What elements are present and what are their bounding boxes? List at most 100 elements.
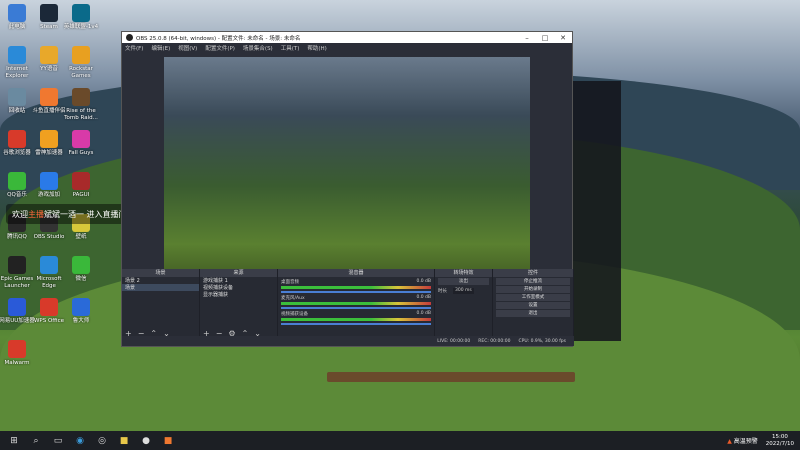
menu-item[interactable]: 工具(T)	[281, 44, 300, 52]
pagui-icon	[72, 172, 90, 190]
desktop-icon-label: 鲁大师	[72, 318, 90, 324]
weather-warning[interactable]: ▲ 高温预警	[727, 436, 758, 445]
recycle-bin-icon	[8, 88, 26, 106]
channel-name: 麦克风/Aux	[281, 296, 305, 301]
control-button[interactable]: 工作室模式	[496, 294, 570, 301]
channel-db: 0.0 dB	[416, 279, 431, 284]
steam-taskbar-icon[interactable]: ◎	[94, 433, 110, 449]
desktop-icon-label: Rockstar Games	[69, 66, 93, 79]
notice-pre: 欢迎	[12, 209, 28, 219]
duration-input[interactable]: 300 ms	[453, 288, 474, 294]
search-icon[interactable]: ⌕	[28, 433, 44, 449]
malwarm-icon	[8, 340, 26, 358]
obs-title: OBS 25.0.8 (64-bit, windows) - 配置文件: 未命名…	[136, 35, 301, 42]
edge-taskbar-icon[interactable]: ◉	[72, 433, 88, 449]
desktop-icon[interactable]: 英雄联盟-1v4	[62, 4, 100, 31]
wps-icon	[40, 298, 58, 316]
close-icon[interactable]: ✕	[554, 34, 572, 42]
channel-name: 视频捕获设备	[281, 312, 308, 317]
controls-panel: 控件 停止推流 开始录制 工作室模式 设置 退出	[493, 269, 574, 338]
source-item[interactable]: 游戏捕获 1	[200, 277, 277, 284]
desktop-icon[interactable]: PAGUI	[62, 172, 100, 199]
rockstar-icon	[72, 46, 90, 64]
scenes-panel: 场景 场景 2 场景 + − ⌃ ⌄	[122, 269, 200, 338]
desktop-icon[interactable]: Malwarm	[0, 340, 36, 367]
menu-item[interactable]: 视图(V)	[178, 44, 197, 52]
control-button[interactable]: 退出	[496, 310, 570, 317]
rec-status: REC: 00:00:00	[478, 338, 511, 344]
background-window[interactable]	[573, 81, 621, 341]
desktop-icon-label: 英雄联盟-1v4	[63, 24, 99, 30]
volume-slider[interactable]	[281, 291, 431, 293]
volume-meter	[281, 318, 431, 321]
desktop-icon-label: PAGUI	[72, 192, 90, 198]
clock-time: 15:00	[771, 433, 788, 440]
windows-start-icon[interactable]: ⊞	[6, 433, 22, 449]
obs-titlebar[interactable]: OBS 25.0.8 (64-bit, windows) - 配置文件: 未命名…	[122, 32, 572, 43]
desktop-icon[interactable]: 鲁大师	[62, 298, 100, 325]
explorer-taskbar-icon[interactable]: ■	[116, 433, 132, 449]
menu-item[interactable]: 文件(F)	[125, 44, 143, 52]
obs-taskbar-icon[interactable]: ●	[138, 433, 154, 449]
obs-preview[interactable]	[164, 57, 530, 291]
epic-icon	[8, 256, 26, 274]
mixer-channel: 麦克风/Aux 0.0 dB	[281, 295, 431, 309]
scenes-title: 场景	[122, 269, 199, 277]
control-button[interactable]: 设置	[496, 302, 570, 309]
scene-item[interactable]: 场景	[122, 284, 199, 291]
sources-panel: 来源 游戏捕获 1 视频捕获设备 显示器捕获 + − ⚙ ⌃ ⌄	[200, 269, 278, 338]
fallguys-icon	[72, 130, 90, 148]
leishen-icon	[40, 130, 58, 148]
desktop-icon-label: Rise of the Tomb Raid...	[64, 108, 98, 121]
clock[interactable]: 15:00 2022/7/10	[766, 434, 794, 448]
obs-menubar: 文件(F) 编辑(E) 视图(V) 配置文件(P) 场景集合(S) 工具(T) 帮助(H)	[122, 43, 572, 53]
mixer-channel: 视频捕获设备 0.0 dB	[281, 311, 431, 325]
chrome-icon	[8, 130, 26, 148]
weather-text: 高温预警	[733, 438, 758, 445]
task-view-icon[interactable]: ▭	[50, 433, 66, 449]
desktop-icon-label: 壁纸	[75, 234, 87, 240]
menu-item[interactable]: 配置文件(P)	[205, 44, 235, 52]
mixer-title: 混音器	[278, 269, 434, 277]
edge-icon	[40, 256, 58, 274]
desktop-icon[interactable]: Fall Guys	[62, 130, 100, 157]
maximize-icon[interactable]: □	[536, 34, 554, 42]
uu-icon	[8, 298, 26, 316]
steam-icon	[40, 4, 58, 22]
desktop-icon[interactable]: Rise of the Tomb Raid...	[62, 88, 100, 122]
volume-meter	[281, 286, 431, 289]
transitions-title: 转场特效	[435, 269, 492, 277]
douyu-taskbar-icon[interactable]: ■	[160, 433, 176, 449]
control-button[interactable]: 开始录制	[496, 286, 570, 293]
source-item[interactable]: 视频捕获设备	[200, 284, 277, 291]
menu-item[interactable]: 编辑(E)	[151, 44, 170, 52]
youxijiajia-icon	[40, 172, 58, 190]
menu-item[interactable]: 场景集合(S)	[243, 44, 273, 52]
welcome-notice: 欢迎 主播 斌斌一酒一 进入直播间	[6, 204, 133, 224]
bench	[327, 372, 575, 382]
menu-item[interactable]: 帮助(H)	[307, 44, 326, 52]
transition-select[interactable]: 淡出	[438, 278, 489, 285]
obs-window[interactable]: OBS 25.0.8 (64-bit, windows) - 配置文件: 未命名…	[121, 31, 574, 347]
taskbar: ⊞ ⌕ ▭ ◉ ◎ ■ ● ■ ▲ 高温预警 15:00 2022/7/10	[0, 431, 800, 450]
scene-item[interactable]: 场景 2	[122, 277, 199, 284]
desktop-icon[interactable]: 微信	[62, 256, 100, 283]
minimize-icon[interactable]: –	[518, 34, 536, 42]
transitions-panel: 转场特效 淡出 时长 300 ms	[435, 269, 493, 338]
clock-date: 2022/7/10	[765, 440, 794, 447]
control-button[interactable]: 停止推流	[496, 278, 570, 285]
controls-title: 控件	[493, 269, 573, 277]
notice-name: 主播	[28, 209, 44, 219]
live-status: LIVE: 00:00:00	[437, 338, 471, 344]
desktop-icon[interactable]: Rockstar Games	[62, 46, 100, 80]
cpu-status: CPU: 0.9%, 30.00 fps	[518, 338, 567, 344]
volume-slider[interactable]	[281, 323, 431, 325]
source-item[interactable]: 显示器捕获	[200, 291, 277, 298]
mixer-channel: 桌面音频 0.0 dB	[281, 279, 431, 293]
volume-slider[interactable]	[281, 307, 431, 309]
obs-statusbar: LIVE: 00:00:00 REC: 00:00:00 CPU: 0.9%, …	[122, 336, 574, 346]
desktop-icon-label: 微信	[75, 276, 87, 282]
computer-icon	[8, 4, 26, 22]
duration-label: 时长	[438, 289, 447, 294]
warning-icon: ▲	[727, 438, 732, 445]
